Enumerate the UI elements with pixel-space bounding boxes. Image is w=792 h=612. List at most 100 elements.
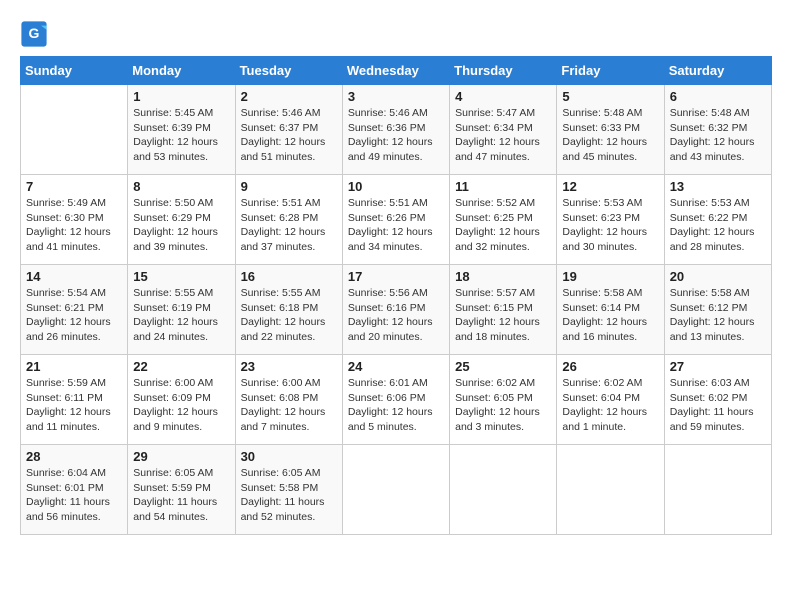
- day-number: 3: [348, 89, 444, 104]
- day-number: 14: [26, 269, 122, 284]
- calendar-cell: 26 Sunrise: 6:02 AMSunset: 6:04 PMDaylig…: [557, 355, 664, 445]
- svg-text:G: G: [29, 25, 40, 41]
- calendar-cell: 11 Sunrise: 5:52 AMSunset: 6:25 PMDaylig…: [450, 175, 557, 265]
- day-number: 22: [133, 359, 229, 374]
- day-info: Sunrise: 5:48 AMSunset: 6:33 PMDaylight:…: [562, 106, 658, 165]
- day-info: Sunrise: 6:01 AMSunset: 6:06 PMDaylight:…: [348, 376, 444, 435]
- day-info: Sunrise: 6:03 AMSunset: 6:02 PMDaylight:…: [670, 376, 766, 435]
- day-number: 29: [133, 449, 229, 464]
- calendar-cell: 20 Sunrise: 5:58 AMSunset: 6:12 PMDaylig…: [664, 265, 771, 355]
- day-number: 11: [455, 179, 551, 194]
- calendar-cell: 4 Sunrise: 5:47 AMSunset: 6:34 PMDayligh…: [450, 85, 557, 175]
- day-info: Sunrise: 6:02 AMSunset: 6:05 PMDaylight:…: [455, 376, 551, 435]
- day-number: 30: [241, 449, 337, 464]
- day-number: 18: [455, 269, 551, 284]
- day-number: 13: [670, 179, 766, 194]
- calendar-cell: 15 Sunrise: 5:55 AMSunset: 6:19 PMDaylig…: [128, 265, 235, 355]
- calendar-cell: 13 Sunrise: 5:53 AMSunset: 6:22 PMDaylig…: [664, 175, 771, 265]
- day-number: 21: [26, 359, 122, 374]
- calendar-cell: 16 Sunrise: 5:55 AMSunset: 6:18 PMDaylig…: [235, 265, 342, 355]
- day-info: Sunrise: 5:55 AMSunset: 6:19 PMDaylight:…: [133, 286, 229, 345]
- calendar-cell: 12 Sunrise: 5:53 AMSunset: 6:23 PMDaylig…: [557, 175, 664, 265]
- day-number: 26: [562, 359, 658, 374]
- calendar-cell: 10 Sunrise: 5:51 AMSunset: 6:26 PMDaylig…: [342, 175, 449, 265]
- calendar-cell: [450, 445, 557, 535]
- weekday-header-sunday: Sunday: [21, 57, 128, 85]
- calendar-body: 1 Sunrise: 5:45 AMSunset: 6:39 PMDayligh…: [21, 85, 772, 535]
- day-number: 8: [133, 179, 229, 194]
- day-info: Sunrise: 5:53 AMSunset: 6:22 PMDaylight:…: [670, 196, 766, 255]
- day-info: Sunrise: 5:58 AMSunset: 6:14 PMDaylight:…: [562, 286, 658, 345]
- calendar-cell: 8 Sunrise: 5:50 AMSunset: 6:29 PMDayligh…: [128, 175, 235, 265]
- day-info: Sunrise: 5:58 AMSunset: 6:12 PMDaylight:…: [670, 286, 766, 345]
- day-number: 17: [348, 269, 444, 284]
- day-info: Sunrise: 5:46 AMSunset: 6:37 PMDaylight:…: [241, 106, 337, 165]
- day-info: Sunrise: 5:47 AMSunset: 6:34 PMDaylight:…: [455, 106, 551, 165]
- calendar-week-3: 14 Sunrise: 5:54 AMSunset: 6:21 PMDaylig…: [21, 265, 772, 355]
- day-info: Sunrise: 5:52 AMSunset: 6:25 PMDaylight:…: [455, 196, 551, 255]
- day-info: Sunrise: 5:46 AMSunset: 6:36 PMDaylight:…: [348, 106, 444, 165]
- day-number: 10: [348, 179, 444, 194]
- calendar-cell: 27 Sunrise: 6:03 AMSunset: 6:02 PMDaylig…: [664, 355, 771, 445]
- day-number: 27: [670, 359, 766, 374]
- day-info: Sunrise: 5:59 AMSunset: 6:11 PMDaylight:…: [26, 376, 122, 435]
- calendar-cell: 14 Sunrise: 5:54 AMSunset: 6:21 PMDaylig…: [21, 265, 128, 355]
- logo: G: [20, 20, 52, 48]
- day-number: 15: [133, 269, 229, 284]
- day-info: Sunrise: 5:55 AMSunset: 6:18 PMDaylight:…: [241, 286, 337, 345]
- day-info: Sunrise: 6:00 AMSunset: 6:08 PMDaylight:…: [241, 376, 337, 435]
- calendar-cell: 23 Sunrise: 6:00 AMSunset: 6:08 PMDaylig…: [235, 355, 342, 445]
- calendar-week-5: 28 Sunrise: 6:04 AMSunset: 6:01 PMDaylig…: [21, 445, 772, 535]
- day-info: Sunrise: 5:45 AMSunset: 6:39 PMDaylight:…: [133, 106, 229, 165]
- calendar-cell: [557, 445, 664, 535]
- day-info: Sunrise: 6:04 AMSunset: 6:01 PMDaylight:…: [26, 466, 122, 525]
- day-info: Sunrise: 5:48 AMSunset: 6:32 PMDaylight:…: [670, 106, 766, 165]
- day-info: Sunrise: 6:00 AMSunset: 6:09 PMDaylight:…: [133, 376, 229, 435]
- calendar-cell: 18 Sunrise: 5:57 AMSunset: 6:15 PMDaylig…: [450, 265, 557, 355]
- day-info: Sunrise: 5:50 AMSunset: 6:29 PMDaylight:…: [133, 196, 229, 255]
- calendar-cell: 17 Sunrise: 5:56 AMSunset: 6:16 PMDaylig…: [342, 265, 449, 355]
- day-number: 2: [241, 89, 337, 104]
- calendar-cell: [664, 445, 771, 535]
- calendar-cell: 25 Sunrise: 6:02 AMSunset: 6:05 PMDaylig…: [450, 355, 557, 445]
- weekday-header-saturday: Saturday: [664, 57, 771, 85]
- calendar-cell: 22 Sunrise: 6:00 AMSunset: 6:09 PMDaylig…: [128, 355, 235, 445]
- day-number: 5: [562, 89, 658, 104]
- logo-icon: G: [20, 20, 48, 48]
- weekday-header-row: SundayMondayTuesdayWednesdayThursdayFrid…: [21, 57, 772, 85]
- day-info: Sunrise: 5:56 AMSunset: 6:16 PMDaylight:…: [348, 286, 444, 345]
- day-number: 23: [241, 359, 337, 374]
- calendar-header: SundayMondayTuesdayWednesdayThursdayFrid…: [21, 57, 772, 85]
- calendar-cell: 30 Sunrise: 6:05 AMSunset: 5:58 PMDaylig…: [235, 445, 342, 535]
- page-header: G: [20, 20, 772, 48]
- calendar-cell: 28 Sunrise: 6:04 AMSunset: 6:01 PMDaylig…: [21, 445, 128, 535]
- calendar-week-2: 7 Sunrise: 5:49 AMSunset: 6:30 PMDayligh…: [21, 175, 772, 265]
- day-number: 1: [133, 89, 229, 104]
- weekday-header-friday: Friday: [557, 57, 664, 85]
- day-number: 20: [670, 269, 766, 284]
- weekday-header-monday: Monday: [128, 57, 235, 85]
- calendar-cell: 6 Sunrise: 5:48 AMSunset: 6:32 PMDayligh…: [664, 85, 771, 175]
- day-number: 28: [26, 449, 122, 464]
- calendar-cell: 24 Sunrise: 6:01 AMSunset: 6:06 PMDaylig…: [342, 355, 449, 445]
- weekday-header-wednesday: Wednesday: [342, 57, 449, 85]
- calendar-cell: 19 Sunrise: 5:58 AMSunset: 6:14 PMDaylig…: [557, 265, 664, 355]
- day-info: Sunrise: 5:49 AMSunset: 6:30 PMDaylight:…: [26, 196, 122, 255]
- calendar-cell: 5 Sunrise: 5:48 AMSunset: 6:33 PMDayligh…: [557, 85, 664, 175]
- day-info: Sunrise: 5:53 AMSunset: 6:23 PMDaylight:…: [562, 196, 658, 255]
- day-number: 6: [670, 89, 766, 104]
- calendar-cell: [21, 85, 128, 175]
- day-info: Sunrise: 6:05 AMSunset: 5:58 PMDaylight:…: [241, 466, 337, 525]
- day-number: 7: [26, 179, 122, 194]
- day-number: 19: [562, 269, 658, 284]
- weekday-header-thursday: Thursday: [450, 57, 557, 85]
- calendar-week-4: 21 Sunrise: 5:59 AMSunset: 6:11 PMDaylig…: [21, 355, 772, 445]
- weekday-header-tuesday: Tuesday: [235, 57, 342, 85]
- calendar-table: SundayMondayTuesdayWednesdayThursdayFrid…: [20, 56, 772, 535]
- calendar-cell: 29 Sunrise: 6:05 AMSunset: 5:59 PMDaylig…: [128, 445, 235, 535]
- day-info: Sunrise: 5:51 AMSunset: 6:26 PMDaylight:…: [348, 196, 444, 255]
- calendar-cell: 9 Sunrise: 5:51 AMSunset: 6:28 PMDayligh…: [235, 175, 342, 265]
- day-number: 16: [241, 269, 337, 284]
- calendar-cell: 2 Sunrise: 5:46 AMSunset: 6:37 PMDayligh…: [235, 85, 342, 175]
- calendar-cell: [342, 445, 449, 535]
